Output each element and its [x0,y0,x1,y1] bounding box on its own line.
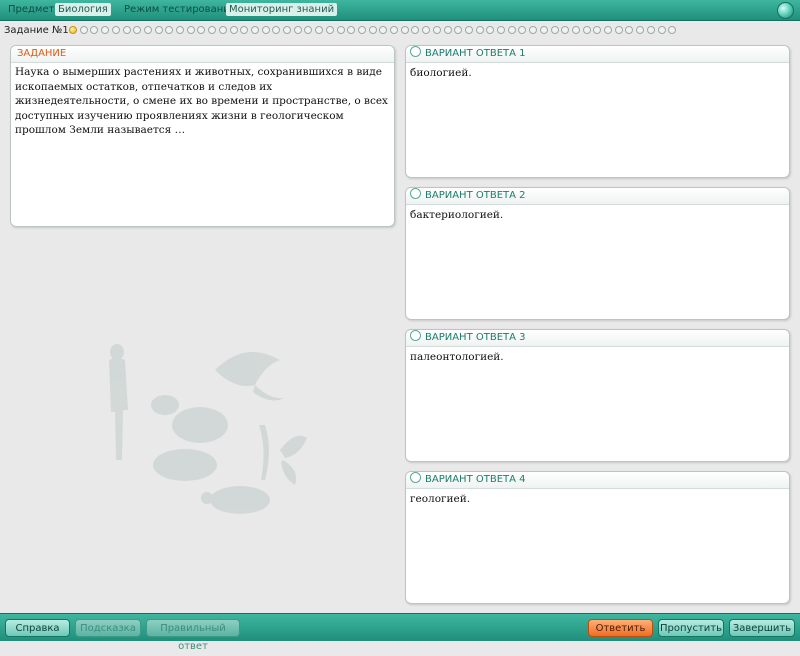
answer-text: палеонтологией. [410,351,504,363]
question-dot[interactable] [283,26,291,34]
hint-button[interactable]: Подсказка [75,619,141,637]
question-dot[interactable] [625,26,634,34]
question-dot[interactable] [69,26,77,34]
answer-header: ВАРИАНТ ОТВЕТА 3 [425,332,526,343]
question-dot[interactable] [593,26,602,34]
radio-icon[interactable] [410,472,421,483]
question-dot[interactable] [325,26,334,34]
question-dot[interactable] [571,26,580,34]
question-dot[interactable] [582,26,591,34]
question-dot[interactable] [154,26,163,34]
question-dot[interactable] [111,26,120,34]
help-button[interactable]: Справка [5,619,70,637]
question-dot[interactable] [272,26,281,34]
question-dot[interactable] [400,26,409,34]
question-dot[interactable] [122,26,131,34]
question-dot[interactable] [368,26,377,34]
finish-button[interactable]: Завершить [729,619,795,637]
radio-icon[interactable] [410,188,421,199]
question-dot[interactable] [218,26,227,34]
radio-icon[interactable] [410,330,421,341]
question-dot[interactable] [208,26,217,34]
mode-label: Режим тестирования: [124,4,240,15]
subject-value: Биология [55,3,111,16]
question-dot[interactable] [143,26,152,34]
question-dot[interactable] [336,26,345,34]
correct-answer-button[interactable]: Правильный ответ [146,619,240,652]
question-dot[interactable] [390,26,398,34]
question-dot[interactable] [229,26,238,34]
question-dot[interactable] [657,26,666,34]
question-dot[interactable] [539,26,548,34]
question-dot[interactable] [550,26,559,34]
task-panel: ЗАДАНИЕ Наука о вымерших растениях и жив… [10,45,395,227]
question-dot[interactable] [422,26,431,34]
question-dot[interactable] [636,26,645,34]
skip-button[interactable]: Пропустить [658,619,724,637]
answer-text: биологией. [410,67,472,79]
answer-text: бактериологией. [410,209,504,221]
question-dot[interactable] [507,26,516,34]
question-dot[interactable] [486,26,495,34]
question-dot[interactable] [101,26,110,34]
task-text: Наука о вымерших растениях и животных, с… [15,66,388,136]
question-dot[interactable] [261,26,270,34]
question-dot[interactable] [475,26,484,34]
answer-header: ВАРИАНТ ОТВЕТА 4 [425,474,526,485]
answer-button[interactable]: Ответить [588,619,653,637]
question-dot[interactable] [176,26,184,34]
question-number-label: Задание №1: [4,25,73,36]
biology-illustration-icon [109,344,307,514]
question-dot[interactable] [561,26,570,34]
question-dot[interactable] [432,26,441,34]
question-dot[interactable] [165,26,174,34]
question-dot[interactable] [454,26,463,34]
question-dot[interactable] [497,26,505,34]
question-dot[interactable] [90,26,99,34]
question-dot[interactable] [315,26,324,34]
answer-option-3[interactable]: ВАРИАНТ ОТВЕТА 3 палеонтологией. [405,329,790,462]
question-dot[interactable] [443,26,452,34]
question-dot[interactable] [79,26,88,34]
question-dot[interactable] [197,26,206,34]
question-dot[interactable] [357,26,366,34]
question-progress-dots [69,26,679,36]
question-dot[interactable] [379,26,388,34]
question-dot[interactable] [240,26,249,34]
question-dot[interactable] [668,26,677,34]
answer-option-1[interactable]: ВАРИАНТ ОТВЕТА 1 биологией. [405,45,790,178]
question-dot[interactable] [347,26,356,34]
question-dot[interactable] [186,26,195,34]
mode-value: Мониторинг знаний [226,3,338,16]
question-dot[interactable] [518,26,527,34]
question-dot[interactable] [250,26,259,34]
question-dot[interactable] [293,26,302,34]
bottom-toolbar: Справка Подсказка Правильный ответ Ответ… [0,613,800,652]
subject-label: Предмет: [8,4,58,15]
answer-header: ВАРИАНТ ОТВЕТА 2 [425,190,526,201]
answer-header: ВАРИАНТ ОТВЕТА 1 [425,48,526,59]
window-orb-icon[interactable] [777,2,794,19]
top-bar: Предмет: Биология Режим тестирования: Мо… [0,0,800,21]
question-dot[interactable] [646,26,655,34]
question-dot[interactable] [411,26,420,34]
question-dot[interactable] [529,26,538,34]
task-header: ЗАДАНИЕ [11,46,394,63]
question-dot[interactable] [614,26,623,34]
radio-icon[interactable] [410,46,421,57]
question-dot[interactable] [464,26,473,34]
question-dot[interactable] [604,26,612,34]
answer-text: геологией. [410,493,471,505]
answer-option-2[interactable]: ВАРИАНТ ОТВЕТА 2 бактериологией. [405,187,790,320]
answer-option-4[interactable]: ВАРИАНТ ОТВЕТА 4 геологией. [405,471,790,604]
question-dot[interactable] [304,26,313,34]
question-dot[interactable] [133,26,142,34]
